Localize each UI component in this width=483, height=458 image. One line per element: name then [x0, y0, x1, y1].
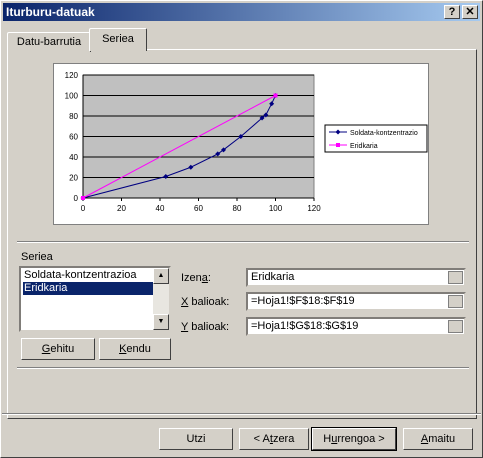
legend-label: Eridkaria — [350, 143, 378, 150]
x-values-field[interactable]: =Hoja1!$F$18:$F$19 — [246, 292, 466, 311]
close-button[interactable]: ✕ — [462, 5, 478, 19]
tab-series[interactable]: Seriea — [89, 28, 147, 51]
separator — [17, 367, 469, 369]
back-button[interactable]: < Atzera — [239, 428, 309, 450]
x-tick-label: 80 — [233, 204, 242, 213]
legend-marker — [336, 143, 340, 147]
list-item-selected[interactable]: Eridkaria — [23, 282, 156, 295]
add-series-button[interactable]: Gehitu — [21, 338, 95, 360]
series-listbox[interactable]: Soldata-kontzentrazioa Eridkaria ▲ ▼ — [19, 266, 171, 332]
chart-preview: 0 20 40 60 80 100 120 0 20 40 60 80 100 120 Soldata-ko… — [53, 63, 429, 225]
scroll-down-icon[interactable]: ▼ — [153, 314, 169, 330]
y-tick-label: 120 — [65, 71, 79, 80]
name-label: Izena: — [181, 272, 211, 284]
scroll-up-icon[interactable]: ▲ — [153, 268, 169, 284]
range-select-icon[interactable] — [448, 295, 463, 308]
data-point — [81, 196, 85, 200]
y-tick-label: 20 — [69, 174, 78, 183]
separator — [2, 413, 481, 415]
x-values-label: X balioak: — [181, 296, 230, 308]
data-point — [273, 93, 278, 98]
help-button[interactable]: ? — [444, 5, 460, 19]
finish-button[interactable]: Amaitu — [403, 428, 473, 450]
next-button[interactable]: Hurrengoa > — [311, 427, 397, 451]
x-tick-label: 100 — [269, 204, 283, 213]
window-title: Iturburu-datuak — [6, 5, 95, 19]
x-tick-label: 60 — [194, 204, 203, 213]
title-bar: Iturburu-datuak ? ✕ — [3, 3, 480, 21]
y-tick-label: 100 — [65, 92, 79, 101]
chart-svg: 0 20 40 60 80 100 120 0 20 40 60 80 100 120 Soldata-ko… — [65, 71, 428, 213]
y-values-field[interactable]: =Hoja1!$G$18:$G$19 — [246, 317, 466, 336]
x-tick-label: 120 — [307, 204, 321, 213]
cancel-button[interactable]: Utzi — [159, 428, 233, 450]
x-tick-label: 0 — [81, 204, 86, 213]
dialog-window: Iturburu-datuak ? ✕ Datu-barrutia Seriea… — [0, 0, 483, 458]
remove-series-button[interactable]: Kendu — [99, 338, 171, 360]
y-values-label: Y balioak: — [181, 321, 230, 333]
range-select-icon[interactable] — [448, 271, 463, 284]
list-item[interactable]: Soldata-kontzentrazioa — [23, 269, 156, 282]
y-tick-label: 40 — [69, 153, 78, 162]
series-section-label: Seriea — [21, 251, 53, 263]
listbox-scrollbar[interactable]: ▲ ▼ — [153, 268, 169, 330]
separator — [17, 241, 469, 243]
range-select-icon[interactable] — [448, 320, 463, 333]
legend-label: Soldata-kontzentrazio — [350, 130, 418, 137]
tab-data-range[interactable]: Datu-barrutia — [7, 32, 91, 52]
y-tick-label: 60 — [69, 133, 78, 142]
name-field[interactable]: Eridkaria — [246, 268, 466, 287]
y-tick-label: 80 — [69, 112, 78, 121]
x-tick-label: 20 — [117, 204, 126, 213]
y-tick-label: 0 — [74, 194, 79, 203]
x-tick-label: 40 — [156, 204, 165, 213]
